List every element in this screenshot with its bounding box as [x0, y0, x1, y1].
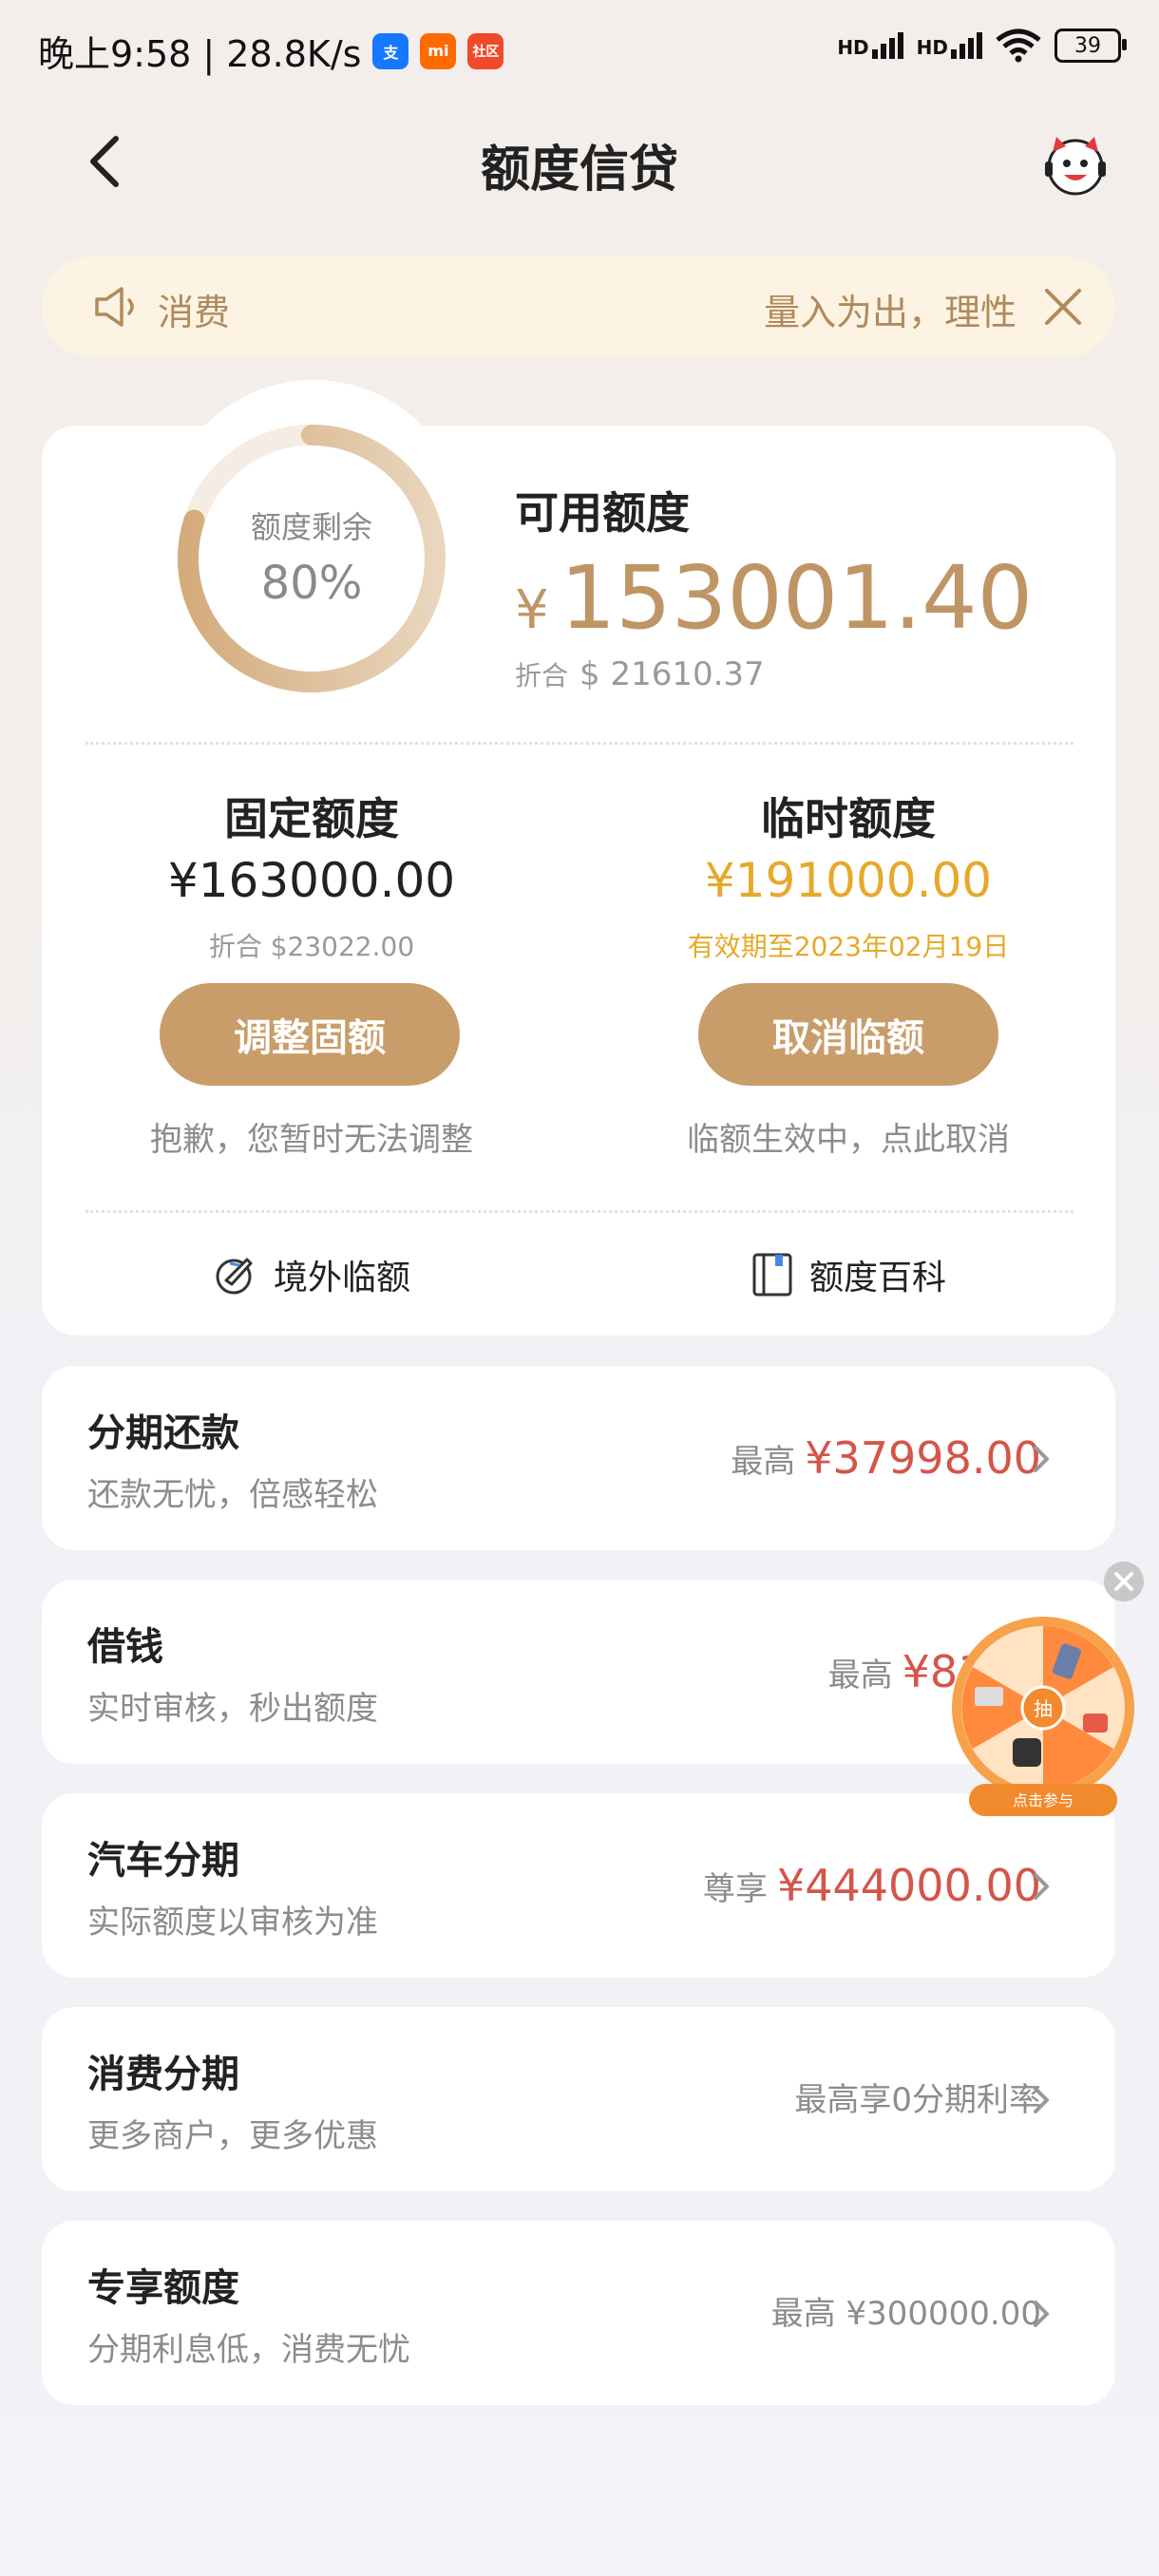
row-right: 最高 ¥37998.00 [731, 1432, 1041, 1484]
list-item-installment-repay[interactable]: 分期还款 还款无忧，倍感轻松 最高 ¥37998.00 [42, 1366, 1115, 1550]
notice-bar[interactable]: 消费 量入为出，理性 [42, 256, 1115, 357]
community-icon: 社区 [467, 32, 504, 69]
row-title: 汽车分期 [87, 1839, 239, 1883]
row-prefix: 最高 ¥300000.00 [770, 2295, 1041, 2333]
temp-quota-validity: 有效期至2023年02月19日 [639, 926, 1057, 964]
row-title: 专享额度 [87, 2266, 239, 2310]
close-float-icon[interactable] [1104, 1562, 1144, 1601]
available-currency: ¥ [515, 579, 549, 641]
quota-encyclopedia-label: 额度百科 [809, 1259, 947, 1297]
row-subtitle: 实时审核，秒出额度 [87, 1690, 378, 1728]
status-right: HD HD 39 [837, 28, 1127, 63]
available-value: 153001.40 [560, 547, 1034, 649]
ring-label: 额度剩余 [250, 509, 372, 545]
book-icon [752, 1253, 792, 1297]
status-left: 晚上9:58 | 28.8K/s 支 mi 社区 [38, 25, 504, 77]
temp-quota-amount: ¥191000.00 [704, 853, 993, 908]
converted-value: $ 21610.37 [580, 655, 765, 693]
chevron-right-icon [1034, 1446, 1049, 1472]
row-title: 借钱 [87, 1625, 163, 1669]
temp-quota-title: 临时额度 [761, 793, 936, 844]
row-right: 尊享 ¥444000.00 [703, 1860, 1041, 1911]
ring-percent: 80% [260, 557, 363, 610]
wheel-cta-text: 点击参与 [1013, 1791, 1074, 1809]
alipay-icon: 支 [372, 32, 409, 69]
list-item-car-installment[interactable]: 汽车分期 实际额度以审核为准 尊享 ¥444000.00 [42, 1793, 1115, 1978]
chevron-right-icon [1034, 1873, 1049, 1900]
signal-hd-label: HD [837, 36, 869, 59]
row-prefix: 最高享0分期利率 [794, 2081, 1041, 2119]
row-subtitle: 分期利息低，消费无忧 [87, 2331, 410, 2369]
converted-label: 折合 [515, 660, 569, 691]
row-prefix: 最高 [731, 1442, 796, 1481]
speaker-icon [95, 287, 134, 327]
status-time: 晚上9:58 | 28.8K/s [38, 33, 362, 75]
page-title: 额度信贷 [480, 142, 678, 199]
adjust-fixed-button[interactable]: 调整固额 [160, 983, 460, 1086]
plane-globe-icon [216, 1258, 253, 1295]
notice-label: 消费 [158, 292, 231, 333]
row-subtitle: 实际额度以审核为准 [87, 1904, 378, 1941]
row-subtitle: 还款无忧，倍感轻松 [87, 1476, 378, 1514]
temp-quota-note[interactable]: 临额生效中，点此取消 [639, 1113, 1057, 1160]
fixed-quota-title: 固定额度 [224, 793, 399, 844]
notice-message: 量入为出，理性 [764, 292, 1017, 333]
row-prefix: 最高 [827, 1656, 893, 1695]
cancel-temp-button[interactable]: 取消临额 [698, 983, 998, 1086]
overseas-temp-link[interactable]: 境外临额 [213, 1250, 410, 1299]
signal-icon-2: HD [917, 32, 982, 59]
available-label: 可用额度 [515, 487, 690, 539]
row-subtitle: 更多商户，更多优惠 [87, 2117, 378, 2155]
row-title: 分期还款 [87, 1411, 239, 1455]
wheel-center-text: 抽 [1034, 1697, 1053, 1720]
quota-encyclopedia-link[interactable]: 额度百科 [750, 1250, 946, 1299]
validity-date: 2023年02月19日 [793, 931, 1010, 962]
row-title: 消费分期 [87, 2053, 239, 2096]
row-value: ¥37998.00 [805, 1432, 1041, 1484]
mi-icon: mi [420, 32, 457, 69]
available-converted: 折合 $ 21610.37 [515, 655, 765, 693]
row-right: 最高 ¥300000.00 [771, 2287, 1041, 2334]
list-item-exclusive-quota[interactable]: 专享额度 分期利息低，消费无忧 最高 ¥300000.00 [42, 2221, 1115, 2405]
status-bar: 晚上9:58 | 28.8K/s 支 mi 社区 HD HD 39 [0, 0, 1159, 104]
divider [86, 742, 1074, 745]
battery-icon: 39 [1054, 28, 1127, 63]
wifi-icon [996, 28, 1041, 63]
fixed-quota-note: 抱歉，您暂时无法调整 [150, 1121, 473, 1159]
chevron-right-icon [1034, 2301, 1049, 2327]
row-right: 最高享0分期利率 [794, 2074, 1041, 2120]
row-value: ¥444000.00 [776, 1860, 1041, 1911]
close-icon[interactable] [1041, 285, 1085, 329]
lottery-wheel[interactable]: 抽 点击参与 [950, 1615, 1136, 1820]
chevron-right-icon [1034, 2087, 1049, 2113]
validity-prefix: 有效期至 [687, 931, 794, 962]
row-prefix: 尊享 [702, 1869, 768, 1908]
fixed-quota-converted: 折合 $23022.00 [208, 931, 415, 962]
overseas-temp-label: 境外临额 [274, 1259, 411, 1297]
mascot-icon[interactable] [1041, 131, 1110, 198]
fixed-quota-amount: ¥163000.00 [167, 853, 456, 908]
divider-2 [86, 1210, 1074, 1213]
signal-icon: HD [837, 32, 903, 59]
signal-hd-label-2: HD [916, 36, 948, 59]
available-amount: ¥153001.40 [515, 551, 1033, 658]
list-item-consumer-installment[interactable]: 消费分期 更多商户，更多优惠 最高享0分期利率 [42, 2007, 1115, 2191]
